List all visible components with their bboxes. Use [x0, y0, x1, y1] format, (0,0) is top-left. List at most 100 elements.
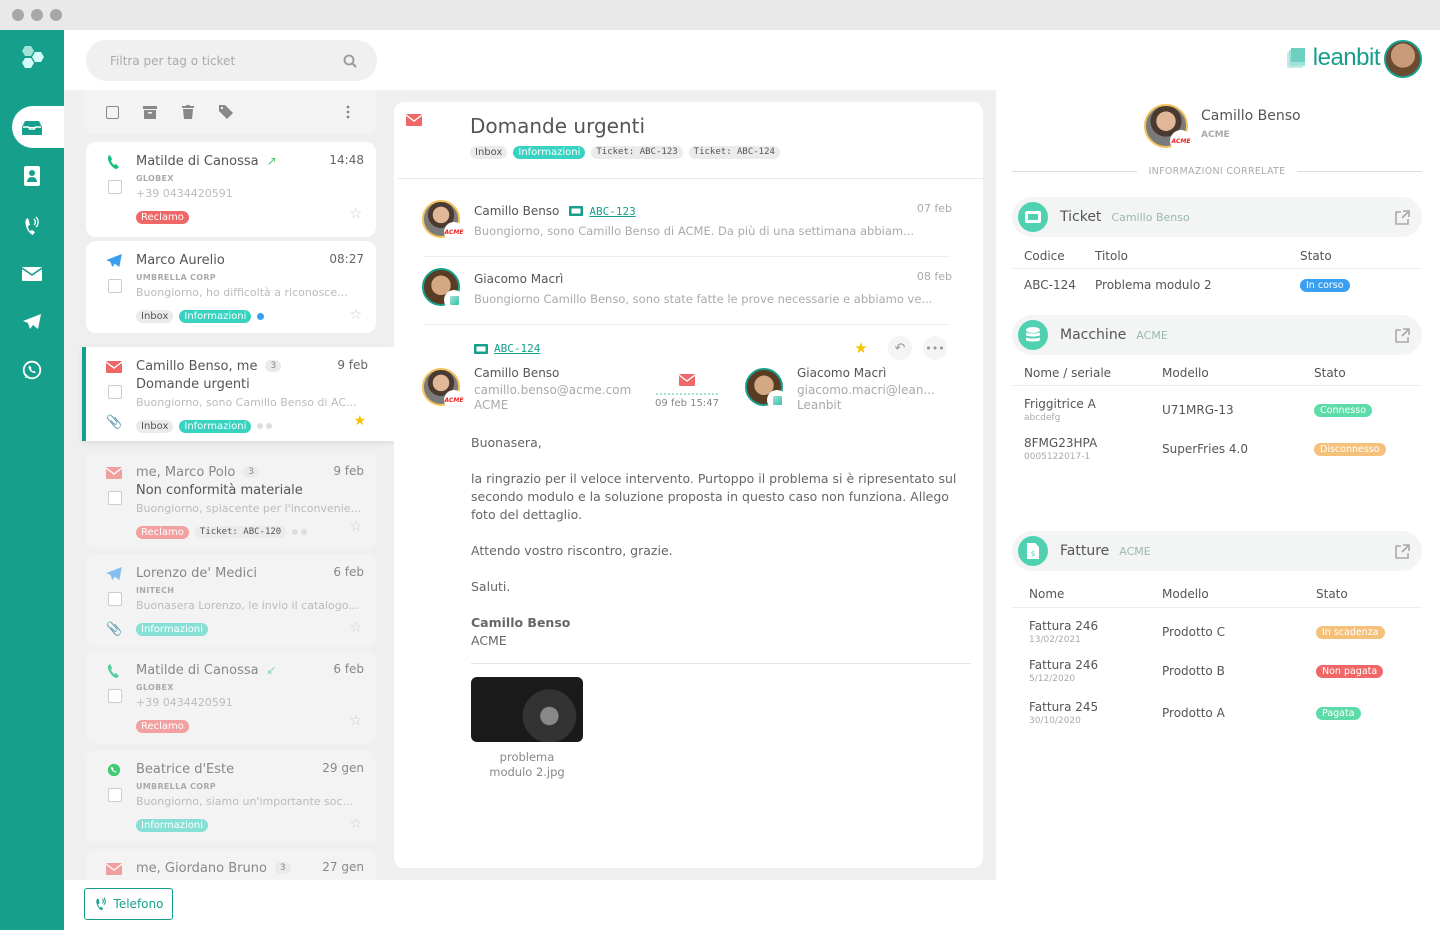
incoming-call-icon: ↙	[266, 663, 277, 677]
list-item[interactable]: Matilde di Canossa ↙ 6 feb GLOBEX +39 043…	[86, 651, 376, 744]
column-header: Titolo	[1095, 248, 1129, 263]
company-badge	[767, 390, 787, 410]
tag-icon[interactable]	[218, 104, 234, 120]
section-label: INFORMAZIONI CORRELATE	[1012, 166, 1422, 177]
contacts-icon[interactable]	[20, 164, 44, 188]
table-row[interactable]: Fattura 245 30/10/2020 Prodotto A Pagata	[1012, 692, 1422, 734]
star-icon[interactable]: ☆	[349, 307, 362, 323]
tag-reclamo[interactable]: Reclamo	[136, 525, 189, 539]
telegram-icon[interactable]	[20, 310, 44, 334]
search-icon[interactable]	[343, 54, 357, 68]
tag-informazioni[interactable]: Informazioni	[513, 146, 586, 159]
phone-icon[interactable]	[20, 214, 44, 238]
list-item[interactable]: Lorenzo de' Medici 6 feb INITECH Buonase…	[86, 554, 376, 647]
star-icon[interactable]: ☆	[349, 816, 362, 832]
star-icon-filled[interactable]: ★	[353, 413, 366, 429]
sidebar	[0, 30, 72, 930]
from-company: ACME	[474, 398, 509, 412]
tag-informazioni[interactable]: Informazioni	[136, 622, 208, 636]
list-item[interactable]: me, Marco Polo 3 9 feb Non conformità mat…	[86, 453, 376, 548]
email-icon	[106, 361, 122, 373]
body-greeting: Buonasera,	[471, 435, 542, 450]
item-checkbox[interactable]	[108, 592, 122, 606]
item-checkbox[interactable]	[108, 491, 122, 505]
tag-inbox[interactable]: Inbox	[470, 146, 508, 159]
item-checkbox[interactable]	[108, 385, 122, 399]
item-checkbox[interactable]	[108, 180, 122, 194]
company-badge	[444, 290, 464, 310]
item-checkbox[interactable]	[108, 279, 122, 293]
reply-icon[interactable]: ↶	[888, 336, 912, 360]
item-checkbox[interactable]	[108, 689, 122, 703]
star-icon[interactable]: ☆	[349, 713, 362, 729]
table-row[interactable]: Fattura 246 5/12/2020 Prodotto B Non pagata	[1012, 650, 1422, 692]
tag-informazioni[interactable]: Informazioni	[136, 818, 208, 832]
star-icon[interactable]: ☆	[349, 206, 362, 222]
item-preview: Buonasera Lorenzo, le invio il catalogo.…	[136, 599, 359, 612]
machine-model: SuperFries 4.0	[1162, 442, 1248, 456]
list-item[interactable]: Matilde di Canossa ↗ 14:48 GLOBEX +39 043…	[86, 142, 376, 237]
invoice-icon: $	[1018, 536, 1048, 566]
star-icon-filled[interactable]: ★	[849, 336, 873, 360]
table-row[interactable]: Fattura 246 13/02/2021 Prodotto C In scaden…	[1012, 608, 1422, 650]
trash-icon[interactable]	[180, 104, 196, 120]
to-name: Giacomo Macrì	[797, 366, 887, 380]
from-email[interactable]: camillo.benso@acme.com	[474, 383, 654, 397]
email-icon[interactable]	[20, 262, 44, 286]
tag-inbox[interactable]: Inbox	[136, 419, 174, 433]
inbox-icon[interactable]	[20, 116, 44, 140]
message-collapsed[interactable]: Giacomo Macrì 08 feb Buongiorno Camillo …	[422, 268, 952, 322]
search-input[interactable]	[110, 53, 343, 68]
external-link-icon[interactable]	[1395, 327, 1410, 343]
window-maximize-button[interactable]	[50, 9, 62, 21]
message-collapsed[interactable]: ACME Camillo Benso ABC-123 07 feb Buongi…	[422, 200, 952, 254]
related-info-panel: ACME Camillo Benso ACME INFORMAZIONI COR…	[996, 90, 1440, 930]
item-preview: +39 0434420591	[136, 696, 233, 709]
list-item[interactable]: Marco Aurelio 08:27 UMBRELLA CORP Buongi…	[86, 241, 376, 333]
external-link-icon[interactable]	[1395, 209, 1410, 225]
ticket-link[interactable]: ABC-123	[569, 205, 636, 218]
phone-call-button[interactable]: Telefono	[84, 888, 173, 920]
tag-informazioni[interactable]: Informazioni	[179, 309, 252, 323]
to-email[interactable]: giacomo.macri@lean...	[797, 383, 957, 397]
email-icon	[106, 863, 122, 875]
window-close-button[interactable]	[12, 9, 24, 21]
window-minimize-button[interactable]	[31, 9, 43, 21]
table-row[interactable]: ABC-124 Problema modulo 2 In corso	[1012, 269, 1422, 301]
select-all-checkbox[interactable]	[104, 104, 120, 120]
column-header: Stato	[1316, 586, 1348, 601]
invoice-date: 13/02/2021	[1029, 635, 1081, 645]
tag-ticket[interactable]: Ticket: ABC-124	[688, 146, 780, 159]
list-item[interactable]: Beatrice d'Este 29 gen UMBRELLA CORP Buo…	[86, 750, 376, 843]
item-subject: Domande urgenti	[136, 377, 250, 392]
user-avatar[interactable]	[1384, 40, 1422, 78]
attachment[interactable]: problema modulo 2.jpg	[471, 677, 583, 780]
list-item-selected[interactable]: Camillo Benso, me 3 9 feb Domande urgenti…	[82, 347, 394, 441]
tag-reclamo[interactable]: Reclamo	[136, 210, 189, 224]
external-link-icon[interactable]	[1395, 543, 1410, 559]
star-icon[interactable]: ☆	[349, 620, 362, 636]
tag-informazioni[interactable]: Informazioni	[179, 419, 252, 433]
signature-company: ACME	[471, 633, 507, 648]
archive-icon[interactable]	[142, 104, 158, 120]
tag-reclamo[interactable]: Reclamo	[136, 719, 189, 733]
list-item[interactable]: me, Giordano Bruno 3 27 gen	[86, 849, 376, 880]
more-options-icon[interactable]: •••	[923, 336, 947, 360]
table-row[interactable]: 8FMG23HPA 0005122017-1 SuperFries 4.0 Disco…	[1012, 428, 1422, 470]
section-subtitle: ACME	[1136, 328, 1168, 342]
search-box[interactable]	[86, 40, 377, 81]
email-icon	[406, 114, 422, 126]
whatsapp-icon[interactable]	[20, 358, 44, 382]
attachment-thumbnail[interactable]	[471, 677, 583, 742]
tag-ticket[interactable]: Ticket: ABC-123	[591, 146, 683, 159]
tag-ticket[interactable]: Ticket: ABC-120	[194, 526, 287, 538]
star-icon[interactable]: ☆	[349, 519, 362, 535]
more-options-icon[interactable]	[340, 104, 356, 120]
divider	[398, 178, 983, 179]
message-count: 3	[265, 360, 282, 372]
table-row[interactable]: Friggitrice A abcdefg U71MRG-13 Connesso	[1012, 386, 1422, 428]
divider	[424, 256, 950, 257]
tag-inbox[interactable]: Inbox	[136, 309, 174, 323]
item-checkbox[interactable]	[108, 788, 122, 802]
ticket-link[interactable]: ABC-124	[474, 342, 540, 355]
